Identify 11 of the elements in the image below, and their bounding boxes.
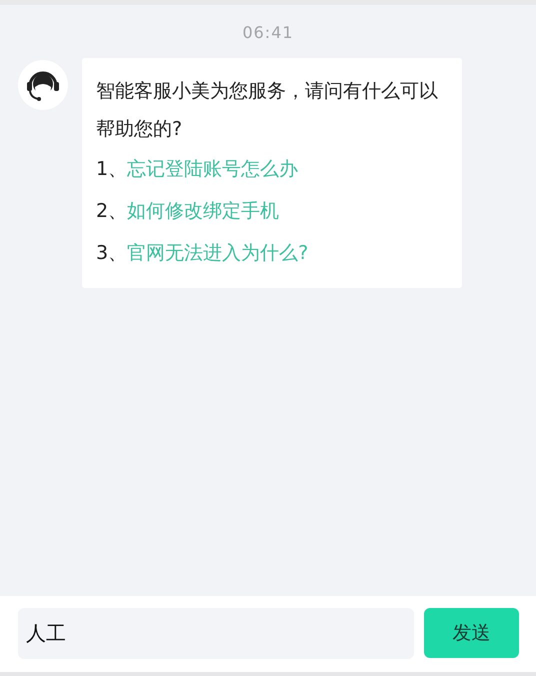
message-text: 智能客服小美为您服务，请问有什么可以帮助您的? xyxy=(96,79,439,142)
question-link[interactable]: 忘记登陆账号怎么办 xyxy=(127,158,298,180)
option-number: 2、 xyxy=(96,200,128,222)
send-button[interactable]: 发送 xyxy=(424,608,519,658)
agent-avatar-icon xyxy=(18,60,68,110)
message-input[interactable]: 人工 xyxy=(18,608,414,659)
timestamp: 06:41 xyxy=(241,23,295,42)
option-number: 1、 xyxy=(96,158,128,180)
question-link[interactable]: 如何修改绑定手机 xyxy=(127,200,280,222)
option-number: 3、 xyxy=(96,242,128,264)
question-link[interactable]: 官网无法进入为什么? xyxy=(127,242,308,264)
